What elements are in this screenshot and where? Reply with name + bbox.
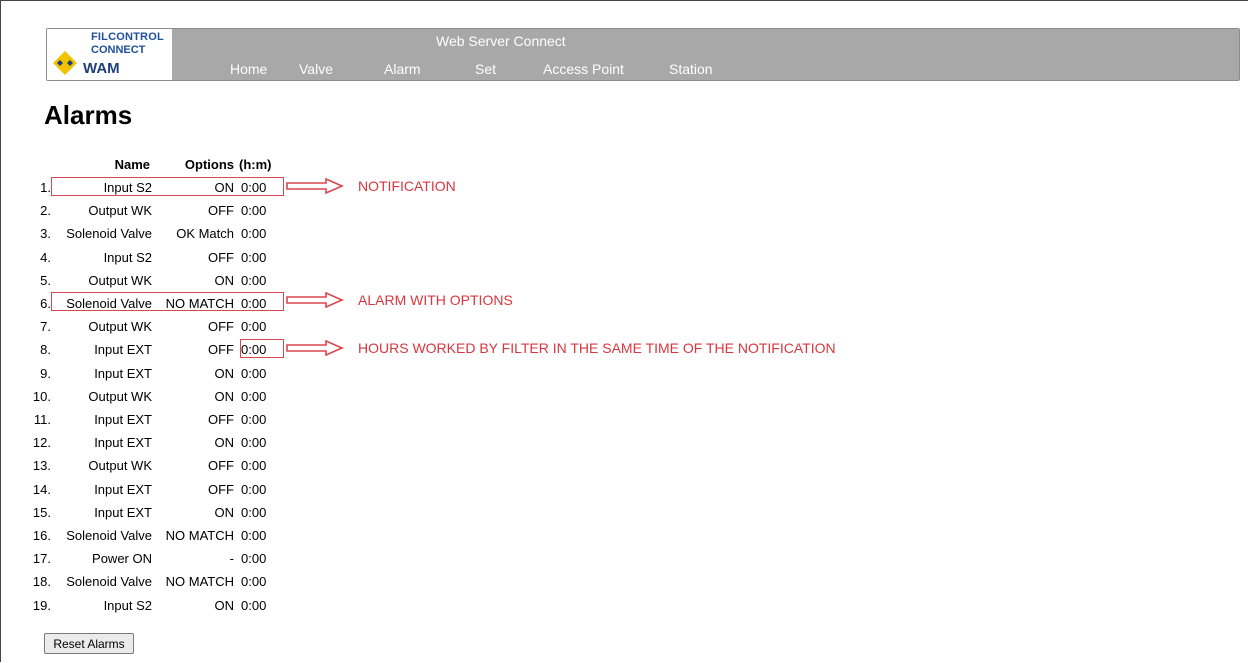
- row-number: 11.: [33, 412, 51, 427]
- alarm-time: 0:00: [241, 226, 267, 241]
- alarm-name: Input S2: [103, 598, 152, 613]
- alarm-options: -: [229, 551, 234, 566]
- alarm-name: Input EXT: [94, 435, 152, 450]
- row-number: 1.: [40, 180, 51, 195]
- alarm-name: Input EXT: [94, 505, 152, 520]
- alarm-options: NO MATCH: [165, 528, 234, 543]
- logo-diamond-icon: [53, 51, 77, 75]
- nav-station[interactable]: Station: [669, 61, 713, 77]
- highlight-time-row-8: [240, 339, 284, 358]
- alarm-name: Input EXT: [94, 342, 152, 357]
- alarm-options: OFF: [208, 203, 234, 218]
- nav-set[interactable]: Set: [475, 61, 496, 77]
- column-header-options: Options: [184, 157, 234, 172]
- alarm-name: Power ON: [92, 551, 152, 566]
- nav-home[interactable]: Home: [230, 61, 267, 77]
- row-number: 7.: [40, 319, 51, 334]
- row-number: 19.: [32, 598, 51, 613]
- alarm-time: 0:00: [241, 598, 267, 613]
- nav-valve[interactable]: Valve: [299, 61, 333, 77]
- alarm-options: ON: [214, 366, 235, 381]
- alarm-time: 0:00: [241, 482, 267, 497]
- row-number: 8.: [40, 342, 51, 357]
- alarm-options: OFF: [208, 482, 234, 497]
- alarm-time: 0:00: [241, 505, 267, 520]
- logo-text-filcontrol: FILCONTROL: [91, 31, 164, 43]
- row-number: 18.: [32, 574, 51, 589]
- row-number: 16.: [32, 528, 51, 543]
- alarm-time: 0:00: [241, 389, 267, 404]
- alarm-options: OFF: [208, 412, 234, 427]
- alarm-time: 0:00: [241, 203, 267, 218]
- page-title: Alarms: [44, 100, 133, 130]
- nav-alarm[interactable]: Alarm: [384, 61, 421, 77]
- wam-logo: FILCONTROL CONNECT WAM: [47, 29, 172, 80]
- alarm-time: 0:00: [241, 250, 267, 265]
- row-number: 12.: [32, 435, 51, 450]
- highlight-row-6: [51, 292, 284, 311]
- alarm-time: 0:00: [241, 412, 267, 427]
- annotation-hours-worked: HOURS WORKED BY FILTER IN THE SAME TIME …: [358, 340, 836, 356]
- row-number: 17.: [32, 551, 51, 566]
- alarm-time: 0:00: [241, 319, 267, 334]
- row-number: 4.: [40, 250, 51, 265]
- alarm-options: OFF: [208, 319, 234, 334]
- alarm-name: Solenoid Valve: [66, 528, 152, 543]
- alarm-name: Input EXT: [94, 366, 152, 381]
- alarm-name: Output WK: [88, 389, 152, 404]
- logo-text-connect: CONNECT: [91, 44, 146, 56]
- nav-access-point[interactable]: Access Point: [543, 61, 624, 77]
- alarm-time: 0:00: [241, 528, 267, 543]
- alarm-time: 0:00: [241, 574, 267, 589]
- arrow-notification-icon: [286, 178, 344, 194]
- arrow-alarm-options-icon: [286, 292, 344, 308]
- alarm-name: Output WK: [88, 458, 152, 473]
- row-number: 5.: [40, 273, 51, 288]
- alarm-name: Output WK: [88, 273, 152, 288]
- row-number: 6.: [40, 296, 51, 311]
- row-number: 2.: [40, 203, 51, 218]
- alarm-name: Input EXT: [94, 482, 152, 497]
- alarm-options: OFF: [208, 342, 234, 357]
- alarm-options: ON: [214, 505, 235, 520]
- row-number: 9.: [40, 366, 51, 381]
- row-number: 3.: [40, 226, 51, 241]
- column-header-name: Name: [114, 157, 150, 172]
- alarm-name: Solenoid Valve: [66, 574, 152, 589]
- alarm-options: OFF: [208, 250, 234, 265]
- alarm-name: Output WK: [88, 319, 152, 334]
- top-header: FILCONTROL CONNECT WAM Web Server Connec…: [46, 28, 1240, 81]
- alarm-time: 0:00: [241, 551, 267, 566]
- alarm-name: Output WK: [88, 203, 152, 218]
- row-number: 15.: [32, 505, 51, 520]
- alarm-time: 0:00: [241, 273, 267, 288]
- alarm-options: OFF: [208, 458, 234, 473]
- row-number: 13.: [32, 458, 51, 473]
- annotation-alarm-with-options: ALARM WITH OPTIONS: [358, 292, 513, 308]
- logo-text-wam: WAM: [83, 60, 120, 77]
- column-header-time: (h:m): [239, 157, 272, 172]
- alarm-options: ON: [214, 273, 235, 288]
- annotation-notification: NOTIFICATION: [358, 178, 456, 194]
- alarm-time: 0:00: [241, 435, 267, 450]
- alarm-options: ON: [214, 389, 235, 404]
- alarm-options: OK Match: [176, 226, 234, 241]
- reset-alarms-button[interactable]: Reset Alarms: [44, 633, 134, 654]
- arrow-hours-worked-icon: [286, 340, 344, 356]
- alarm-time: 0:00: [241, 458, 267, 473]
- row-number: 14.: [32, 482, 51, 497]
- alarm-options: ON: [214, 598, 235, 613]
- alarm-name: Input EXT: [94, 412, 152, 427]
- alarm-time: 0:00: [241, 366, 267, 381]
- header-title: Web Server Connect: [436, 33, 566, 49]
- alarm-name: Input S2: [103, 250, 152, 265]
- alarm-options: ON: [214, 435, 235, 450]
- alarm-options: NO MATCH: [165, 574, 234, 589]
- row-number: 10.: [32, 389, 51, 404]
- highlight-row-1: [51, 177, 284, 196]
- alarm-name: Solenoid Valve: [66, 226, 152, 241]
